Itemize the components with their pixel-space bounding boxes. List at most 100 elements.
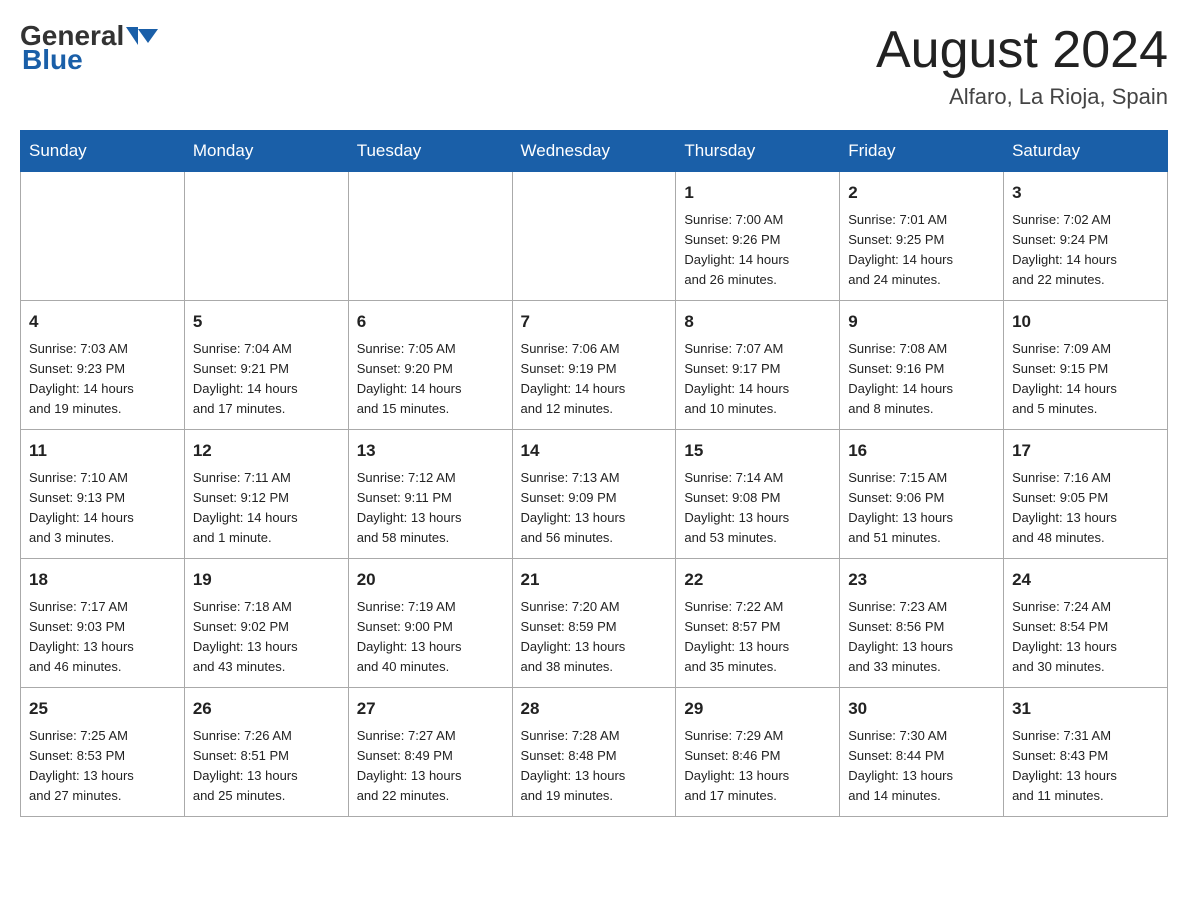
calendar-header-row: SundayMondayTuesdayWednesdayThursdayFrid… xyxy=(21,131,1168,172)
day-number: 6 xyxy=(357,309,504,335)
day-info: Sunrise: 7:19 AMSunset: 9:00 PMDaylight:… xyxy=(357,597,504,678)
calendar-table: SundayMondayTuesdayWednesdayThursdayFrid… xyxy=(20,130,1168,817)
calendar-week-1: 1 Sunrise: 7:00 AMSunset: 9:26 PMDaylight… xyxy=(21,172,1168,301)
logo: General Blue xyxy=(20,20,158,76)
day-info: Sunrise: 7:11 AMSunset: 9:12 PMDaylight:… xyxy=(193,468,340,549)
calendar-cell: 24 Sunrise: 7:24 AMSunset: 8:54 PMDayligh… xyxy=(1004,559,1168,688)
day-info: Sunrise: 7:06 AMSunset: 9:19 PMDaylight:… xyxy=(521,339,668,420)
calendar-cell: 26Sunrise: 7:26 AMSunset: 8:51 PMDayligh… xyxy=(184,688,348,817)
day-number: 19 xyxy=(193,567,340,593)
calendar-cell: 15 Sunrise: 7:14 AMSunset: 9:08 PMDayligh… xyxy=(676,430,840,559)
day-info: Sunrise: 7:17 AMSunset: 9:03 PMDaylight:… xyxy=(29,597,176,678)
day-number: 24 xyxy=(1012,567,1159,593)
day-info: Sunrise: 7:23 AMSunset: 8:56 PMDaylight:… xyxy=(848,597,995,678)
calendar-cell: 23Sunrise: 7:23 AMSunset: 8:56 PMDayligh… xyxy=(840,559,1004,688)
calendar-week-3: 11Sunrise: 7:10 AMSunset: 9:13 PMDayligh… xyxy=(21,430,1168,559)
day-number: 28 xyxy=(521,696,668,722)
day-number: 21 xyxy=(521,567,668,593)
weekday-header-monday: Monday xyxy=(184,131,348,172)
day-number: 4 xyxy=(29,309,176,335)
page-header: General Blue August 2024 Alfaro, La Rioj… xyxy=(20,20,1168,110)
calendar-cell: 20 Sunrise: 7:19 AMSunset: 9:00 PMDayligh… xyxy=(348,559,512,688)
day-info: Sunrise: 7:09 AMSunset: 9:15 PMDaylight:… xyxy=(1012,339,1159,420)
day-number: 12 xyxy=(193,438,340,464)
calendar-cell: 14 Sunrise: 7:13 AMSunset: 9:09 PMDayligh… xyxy=(512,430,676,559)
day-info: Sunrise: 7:00 AMSunset: 9:26 PMDaylight:… xyxy=(684,210,831,291)
day-info: Sunrise: 7:08 AMSunset: 9:16 PMDaylight:… xyxy=(848,339,995,420)
day-info: Sunrise: 7:04 AMSunset: 9:21 PMDaylight:… xyxy=(193,339,340,420)
day-info: Sunrise: 7:14 AMSunset: 9:08 PMDaylight:… xyxy=(684,468,831,549)
day-info: Sunrise: 7:01 AMSunset: 9:25 PMDaylight:… xyxy=(848,210,995,291)
logo-blue-text: Blue xyxy=(22,44,83,75)
weekday-header-saturday: Saturday xyxy=(1004,131,1168,172)
calendar-cell: 18Sunrise: 7:17 AMSunset: 9:03 PMDayligh… xyxy=(21,559,185,688)
day-number: 15 xyxy=(684,438,831,464)
calendar-cell: 8 Sunrise: 7:07 AMSunset: 9:17 PMDaylight… xyxy=(676,301,840,430)
day-info: Sunrise: 7:07 AMSunset: 9:17 PMDaylight:… xyxy=(684,339,831,420)
day-info: Sunrise: 7:26 AMSunset: 8:51 PMDaylight:… xyxy=(193,726,340,807)
day-number: 5 xyxy=(193,309,340,335)
day-number: 22 xyxy=(684,567,831,593)
day-number: 29 xyxy=(684,696,831,722)
day-info: Sunrise: 7:13 AMSunset: 9:09 PMDaylight:… xyxy=(521,468,668,549)
day-number: 25 xyxy=(29,696,176,722)
weekday-header-friday: Friday xyxy=(840,131,1004,172)
calendar-cell: 1 Sunrise: 7:00 AMSunset: 9:26 PMDaylight… xyxy=(676,172,840,301)
calendar-cell xyxy=(184,172,348,301)
logo-arrow-icon xyxy=(126,27,138,45)
day-number: 14 xyxy=(521,438,668,464)
calendar-cell: 4 Sunrise: 7:03 AMSunset: 9:23 PMDaylight… xyxy=(21,301,185,430)
calendar-cell: 25Sunrise: 7:25 AMSunset: 8:53 PMDayligh… xyxy=(21,688,185,817)
day-number: 8 xyxy=(684,309,831,335)
day-info: Sunrise: 7:18 AMSunset: 9:02 PMDaylight:… xyxy=(193,597,340,678)
day-info: Sunrise: 7:12 AMSunset: 9:11 PMDaylight:… xyxy=(357,468,504,549)
calendar-cell: 9 Sunrise: 7:08 AMSunset: 9:16 PMDaylight… xyxy=(840,301,1004,430)
day-info: Sunrise: 7:02 AMSunset: 9:24 PMDaylight:… xyxy=(1012,210,1159,291)
calendar-cell: 28 Sunrise: 7:28 AMSunset: 8:48 PMDayligh… xyxy=(512,688,676,817)
day-number: 7 xyxy=(521,309,668,335)
location-title: Alfaro, La Rioja, Spain xyxy=(876,84,1168,110)
weekday-header-wednesday: Wednesday xyxy=(512,131,676,172)
day-number: 2 xyxy=(848,180,995,206)
day-info: Sunrise: 7:29 AMSunset: 8:46 PMDaylight:… xyxy=(684,726,831,807)
weekday-header-thursday: Thursday xyxy=(676,131,840,172)
calendar-cell: 6Sunrise: 7:05 AMSunset: 9:20 PMDaylight… xyxy=(348,301,512,430)
month-title: August 2024 xyxy=(876,20,1168,80)
day-info: Sunrise: 7:16 AMSunset: 9:05 PMDaylight:… xyxy=(1012,468,1159,549)
calendar-cell: 3 Sunrise: 7:02 AMSunset: 9:24 PMDaylight… xyxy=(1004,172,1168,301)
calendar-cell: 17Sunrise: 7:16 AMSunset: 9:05 PMDayligh… xyxy=(1004,430,1168,559)
day-number: 27 xyxy=(357,696,504,722)
calendar-cell: 27 Sunrise: 7:27 AMSunset: 8:49 PMDayligh… xyxy=(348,688,512,817)
day-info: Sunrise: 7:24 AMSunset: 8:54 PMDaylight:… xyxy=(1012,597,1159,678)
calendar-cell: 7 Sunrise: 7:06 AMSunset: 9:19 PMDaylight… xyxy=(512,301,676,430)
day-info: Sunrise: 7:30 AMSunset: 8:44 PMDaylight:… xyxy=(848,726,995,807)
day-info: Sunrise: 7:03 AMSunset: 9:23 PMDaylight:… xyxy=(29,339,176,420)
calendar-cell: 2 Sunrise: 7:01 AMSunset: 9:25 PMDaylight… xyxy=(840,172,1004,301)
day-number: 10 xyxy=(1012,309,1159,335)
weekday-header-tuesday: Tuesday xyxy=(348,131,512,172)
day-info: Sunrise: 7:10 AMSunset: 9:13 PMDaylight:… xyxy=(29,468,176,549)
calendar-week-5: 25Sunrise: 7:25 AMSunset: 8:53 PMDayligh… xyxy=(21,688,1168,817)
calendar-cell xyxy=(512,172,676,301)
day-number: 3 xyxy=(1012,180,1159,206)
calendar-week-4: 18Sunrise: 7:17 AMSunset: 9:03 PMDayligh… xyxy=(21,559,1168,688)
day-info: Sunrise: 7:28 AMSunset: 8:48 PMDaylight:… xyxy=(521,726,668,807)
calendar-cell: 31Sunrise: 7:31 AMSunset: 8:43 PMDayligh… xyxy=(1004,688,1168,817)
day-number: 1 xyxy=(684,180,831,206)
calendar-cell: 5 Sunrise: 7:04 AMSunset: 9:21 PMDaylight… xyxy=(184,301,348,430)
day-info: Sunrise: 7:22 AMSunset: 8:57 PMDaylight:… xyxy=(684,597,831,678)
day-number: 9 xyxy=(848,309,995,335)
day-info: Sunrise: 7:27 AMSunset: 8:49 PMDaylight:… xyxy=(357,726,504,807)
day-number: 13 xyxy=(357,438,504,464)
day-number: 16 xyxy=(848,438,995,464)
calendar-cell: 11Sunrise: 7:10 AMSunset: 9:13 PMDayligh… xyxy=(21,430,185,559)
calendar-cell: 13 Sunrise: 7:12 AMSunset: 9:11 PMDayligh… xyxy=(348,430,512,559)
calendar-cell: 12 Sunrise: 7:11 AMSunset: 9:12 PMDayligh… xyxy=(184,430,348,559)
day-number: 20 xyxy=(357,567,504,593)
day-number: 31 xyxy=(1012,696,1159,722)
calendar-cell xyxy=(21,172,185,301)
calendar-cell: 21Sunrise: 7:20 AMSunset: 8:59 PMDayligh… xyxy=(512,559,676,688)
calendar-cell: 30 Sunrise: 7:30 AMSunset: 8:44 PMDayligh… xyxy=(840,688,1004,817)
title-block: August 2024 Alfaro, La Rioja, Spain xyxy=(876,20,1168,110)
day-number: 30 xyxy=(848,696,995,722)
